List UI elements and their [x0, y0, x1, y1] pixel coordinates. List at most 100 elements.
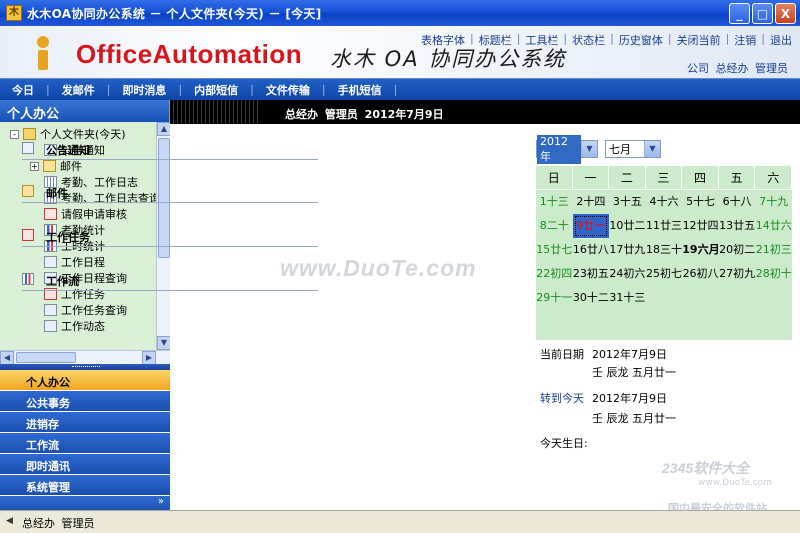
- scroll-up-icon[interactable]: ▲: [157, 122, 170, 136]
- tree-item-label: 工作动态: [61, 320, 105, 333]
- calendar-day[interactable]: 25初七: [646, 262, 683, 286]
- module-personal-office[interactable]: 个人办公: [0, 370, 170, 391]
- calendar-day[interactable]: 14廿六: [755, 214, 792, 238]
- nav-file-transfer[interactable]: 文件传输: [254, 82, 322, 98]
- menu-exit[interactable]: 退出: [770, 32, 792, 48]
- module-inventory[interactable]: 进销存: [0, 412, 170, 433]
- chevron-down-icon[interactable]: ▼: [644, 141, 660, 157]
- scroll-left-icon[interactable]: ◀: [0, 351, 14, 364]
- schedule-icon: [44, 256, 57, 268]
- calendar-day[interactable]: 30十二: [573, 286, 610, 310]
- module-public-affairs[interactable]: 公共事务: [0, 391, 170, 412]
- chevron-down-icon[interactable]: ▼: [581, 141, 597, 157]
- year-select-value: 2012年: [537, 134, 581, 164]
- menu-toolbar[interactable]: 工具栏: [525, 32, 558, 48]
- calendar-day[interactable]: 10廿二: [609, 214, 646, 238]
- calendar-day[interactable]: 16廿八: [573, 238, 610, 262]
- month-select-value: 七月: [609, 143, 631, 156]
- tree-item-label: 工作日程: [61, 256, 105, 269]
- tree-item-schedule[interactable]: 工作日程: [44, 254, 105, 270]
- tree-item-mail[interactable]: + 邮件: [30, 158, 82, 174]
- tree-horizontal-scrollbar[interactable]: ◀ ▶: [0, 350, 170, 364]
- goto-today-link[interactable]: 转到今天: [540, 392, 584, 405]
- calendar-day[interactable]: 8二十: [536, 214, 573, 238]
- calendar-day[interactable]: 2十四: [573, 190, 610, 214]
- window-controls: _ □ X: [729, 3, 796, 24]
- calendar-day[interactable]: 7十九: [755, 190, 792, 214]
- calendar-empty-cell: [719, 286, 756, 310]
- nav-internal-sms[interactable]: 内部短信: [182, 82, 250, 98]
- maximize-button[interactable]: □: [752, 3, 773, 24]
- section-label: 邮件: [46, 187, 68, 200]
- weekday-header: 一: [572, 166, 610, 190]
- calendar-day[interactable]: 26初八: [682, 262, 719, 286]
- tree-item-label: 工作任务查询: [61, 304, 127, 317]
- section-tasks[interactable]: 工作任务: [22, 227, 318, 247]
- calendar-day[interactable]: 24初六: [609, 262, 646, 286]
- menu-title-bar[interactable]: 标题栏: [479, 32, 512, 48]
- calendar-day[interactable]: 18三十: [646, 238, 683, 262]
- scroll-right-icon[interactable]: ▶: [142, 351, 156, 364]
- info-logo-icon: [36, 36, 50, 70]
- section-notice[interactable]: 公告通知: [22, 140, 318, 160]
- nav-send-mail[interactable]: 发邮件: [50, 82, 107, 98]
- module-instant-messaging[interactable]: 即时通讯: [0, 454, 170, 475]
- menu-logout[interactable]: 注销: [734, 32, 756, 48]
- collapse-icon[interactable]: -: [10, 129, 19, 139]
- calendar-day[interactable]: 5十七: [682, 190, 719, 214]
- tree-item-task-query[interactable]: 工作任务查询: [44, 302, 127, 318]
- expand-icon[interactable]: +: [30, 161, 39, 171]
- window-title-bar[interactable]: 木 水木OA协同办公系统 － 个人文件夹(今天) － [今天] _ □ X: [0, 0, 800, 26]
- section-label: 工作任务: [46, 231, 90, 244]
- section-workflow[interactable]: 工作流: [22, 271, 318, 291]
- calendar-day[interactable]: 31十三: [609, 286, 646, 310]
- calendar-day[interactable]: 21初三: [755, 238, 792, 262]
- calendar-day[interactable]: 15廿七: [536, 238, 573, 262]
- scroll-down-icon[interactable]: ▼: [157, 336, 170, 350]
- current-date-value: 2012年7月9日: [592, 348, 667, 361]
- menu-history-windows[interactable]: 历史窗体: [619, 32, 663, 48]
- calendar-day[interactable]: 1十三: [536, 190, 573, 214]
- task-icon: [22, 229, 34, 241]
- calendar-day[interactable]: 27初九: [719, 262, 756, 286]
- section-label: 公告通知: [46, 144, 90, 157]
- quick-nav-bar: 今日 | 发邮件 | 即时消息 | 内部短信 | 文件传输 | 手机短信 |: [0, 78, 800, 100]
- menu-status-bar[interactable]: 状态栏: [572, 32, 605, 48]
- folder-icon: [23, 128, 36, 140]
- calendar-day-today[interactable]: 9廿一: [572, 214, 610, 238]
- calendar-day[interactable]: 3十五: [609, 190, 646, 214]
- nav-today[interactable]: 今日: [0, 82, 46, 98]
- watermark-text: www.DuoTe.com: [280, 255, 477, 281]
- year-select[interactable]: 2012年 ▼: [536, 134, 598, 164]
- content-caption: 总经办 管理员 2012年7月9日: [285, 108, 444, 121]
- month-select[interactable]: 七月 ▼: [605, 140, 661, 158]
- tree-item-leave-approval[interactable]: 请假申请审核: [44, 206, 127, 222]
- calendar-day[interactable]: 22初四: [536, 262, 573, 286]
- calendar-day[interactable]: 28初十: [755, 262, 792, 286]
- nav-mobile-sms[interactable]: 手机短信: [326, 82, 394, 98]
- module-system-admin[interactable]: 系统管理: [0, 475, 170, 496]
- menu-table-font[interactable]: 表格字体: [421, 32, 465, 48]
- calendar-day[interactable]: 19六月: [682, 238, 719, 262]
- leave-approval-icon: [44, 208, 57, 220]
- scroll-thumb[interactable]: [16, 352, 76, 363]
- tree-item-work-updates[interactable]: 工作动态: [44, 318, 105, 334]
- calendar-day[interactable]: 29十一: [536, 286, 573, 310]
- calendar-empty-cell: [682, 286, 719, 310]
- section-mail[interactable]: 邮件: [22, 183, 318, 203]
- module-workflow[interactable]: 工作流: [0, 433, 170, 454]
- calendar-day[interactable]: 13廿五: [719, 214, 756, 238]
- weekday-header: 四: [682, 166, 719, 190]
- menu-close-current[interactable]: 关闭当前: [677, 32, 721, 48]
- calendar-day[interactable]: 17廿九: [609, 238, 646, 262]
- calendar-day[interactable]: 6十八: [719, 190, 756, 214]
- calendar-day[interactable]: 12廿四: [682, 214, 719, 238]
- minimize-button[interactable]: _: [729, 3, 750, 24]
- weekday-header: 日: [536, 166, 573, 190]
- calendar-day[interactable]: 20初二: [719, 238, 756, 262]
- calendar-day[interactable]: 11廿三: [646, 214, 683, 238]
- close-button[interactable]: X: [775, 3, 796, 24]
- nav-instant-message[interactable]: 即时消息: [110, 82, 178, 98]
- calendar-day[interactable]: 4十六: [646, 190, 683, 214]
- calendar-day[interactable]: 23初五: [573, 262, 610, 286]
